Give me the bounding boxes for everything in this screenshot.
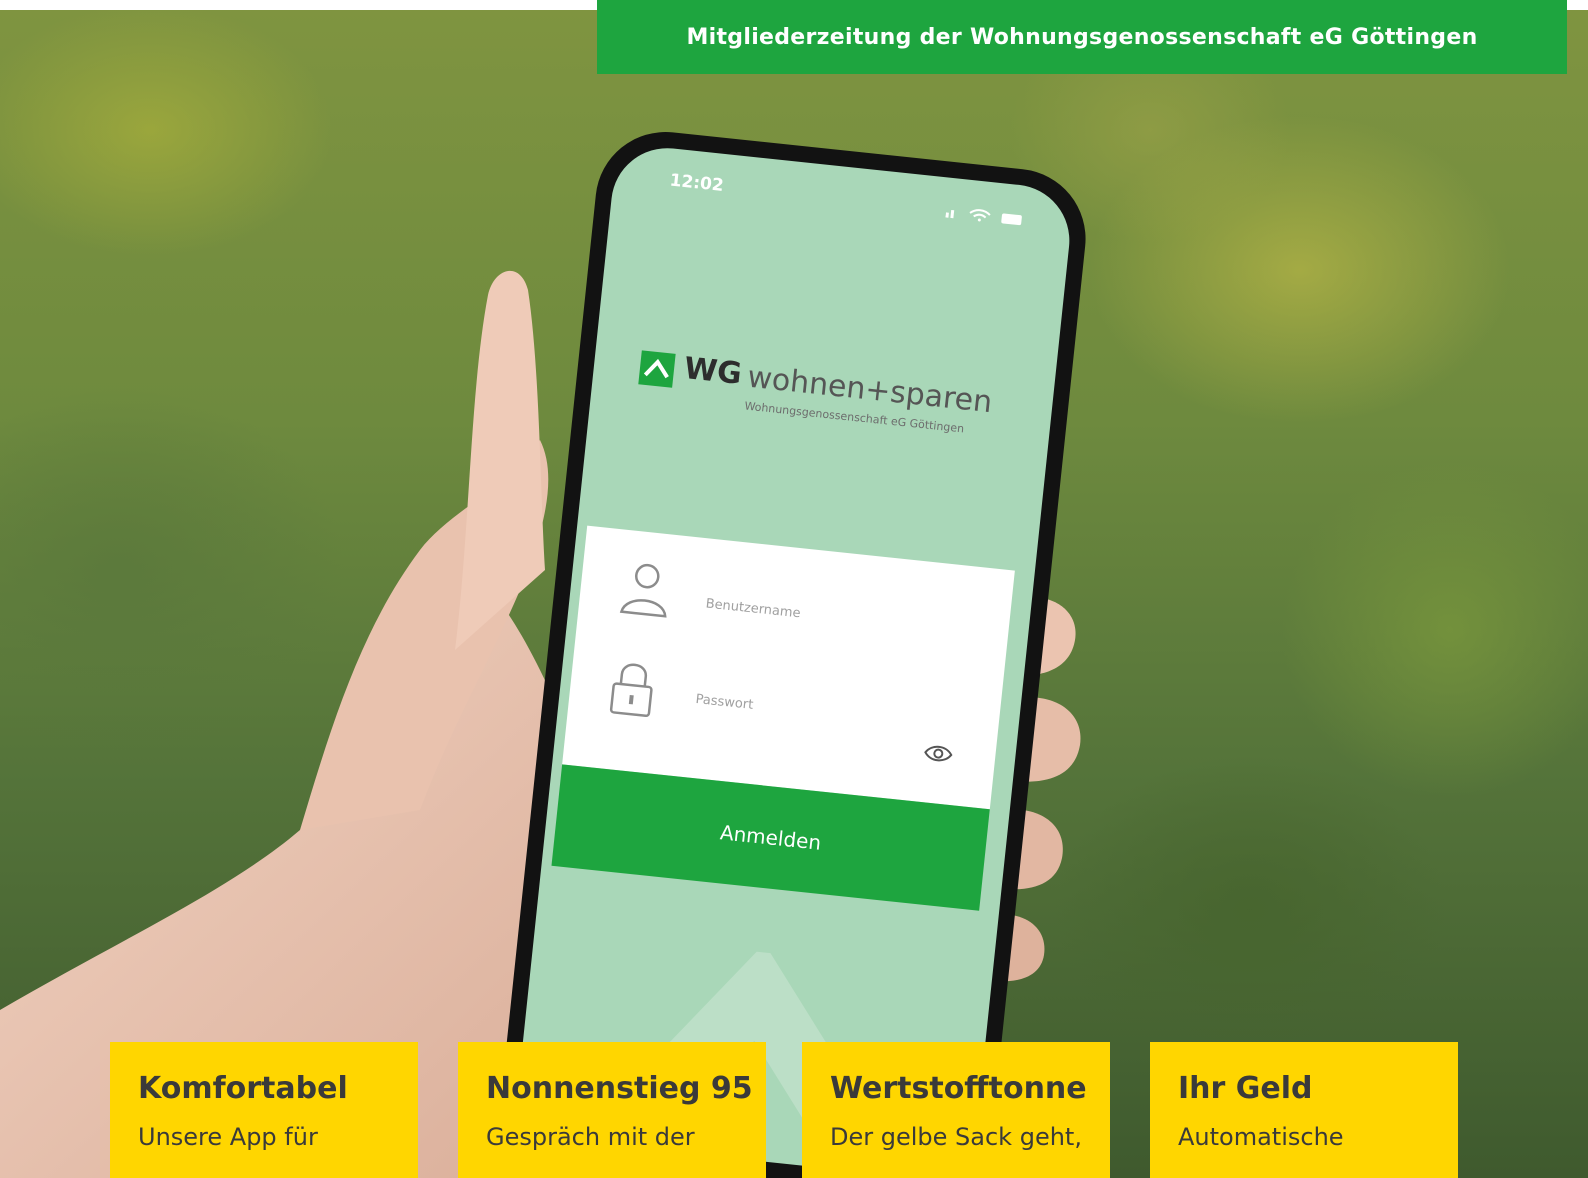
masthead-title: Mitgliederzeitung der Wohnungsgenossensc… xyxy=(686,24,1478,50)
teaser-text: Der gelbe Sack geht, xyxy=(830,1123,1082,1151)
teaser-title: Komfortabel xyxy=(138,1071,348,1106)
app-logo: WG wohnen+sparen Wohnungsgenossenschaft … xyxy=(635,346,994,451)
lock-icon xyxy=(607,659,657,723)
status-icons xyxy=(945,203,1027,231)
teaser-komfortabel[interactable]: Komfortabel Unsere App für xyxy=(110,1042,418,1178)
eye-icon[interactable] xyxy=(922,742,954,769)
cover-photo: 12:02 WG wohnen+sparen Wohnungsgenossens… xyxy=(0,10,1588,1178)
password-input[interactable]: Passwort xyxy=(695,692,754,713)
wifi-icon xyxy=(969,209,991,222)
teaser-row: Komfortabel Unsere App für Nonnenstieg 9… xyxy=(0,1042,1588,1178)
logo-roof-icon xyxy=(638,350,676,388)
teaser-text: Automatische xyxy=(1178,1123,1344,1151)
logo-wg: WG xyxy=(682,351,744,392)
teaser-title: Ihr Geld xyxy=(1178,1071,1313,1106)
battery-icon xyxy=(1001,213,1022,226)
teaser-nonnenstieg[interactable]: Nonnenstieg 95 Gespräch mit der xyxy=(458,1042,766,1178)
teaser-wertstofftonne[interactable]: Wertstofftonne Der gelbe Sack geht, xyxy=(802,1042,1110,1178)
teaser-ihr-geld[interactable]: Ihr Geld Automatische xyxy=(1150,1042,1458,1178)
signal-icon xyxy=(945,209,955,219)
teaser-title: Wertstofftonne xyxy=(830,1071,1087,1106)
masthead-banner: Mitgliederzeitung der Wohnungsgenossensc… xyxy=(597,0,1567,74)
login-form: Benutzername Passwort xyxy=(562,525,1015,810)
teaser-title: Nonnenstieg 95 xyxy=(486,1071,753,1106)
phone-screen: 12:02 WG wohnen+sparen Wohnungsgenossens… xyxy=(513,142,1075,1178)
user-icon xyxy=(618,560,674,625)
teaser-text: Unsere App für xyxy=(138,1123,318,1151)
username-input[interactable]: Benutzername xyxy=(705,596,801,621)
status-clock: 12:02 xyxy=(668,170,725,196)
teaser-text: Gespräch mit der xyxy=(486,1123,695,1151)
